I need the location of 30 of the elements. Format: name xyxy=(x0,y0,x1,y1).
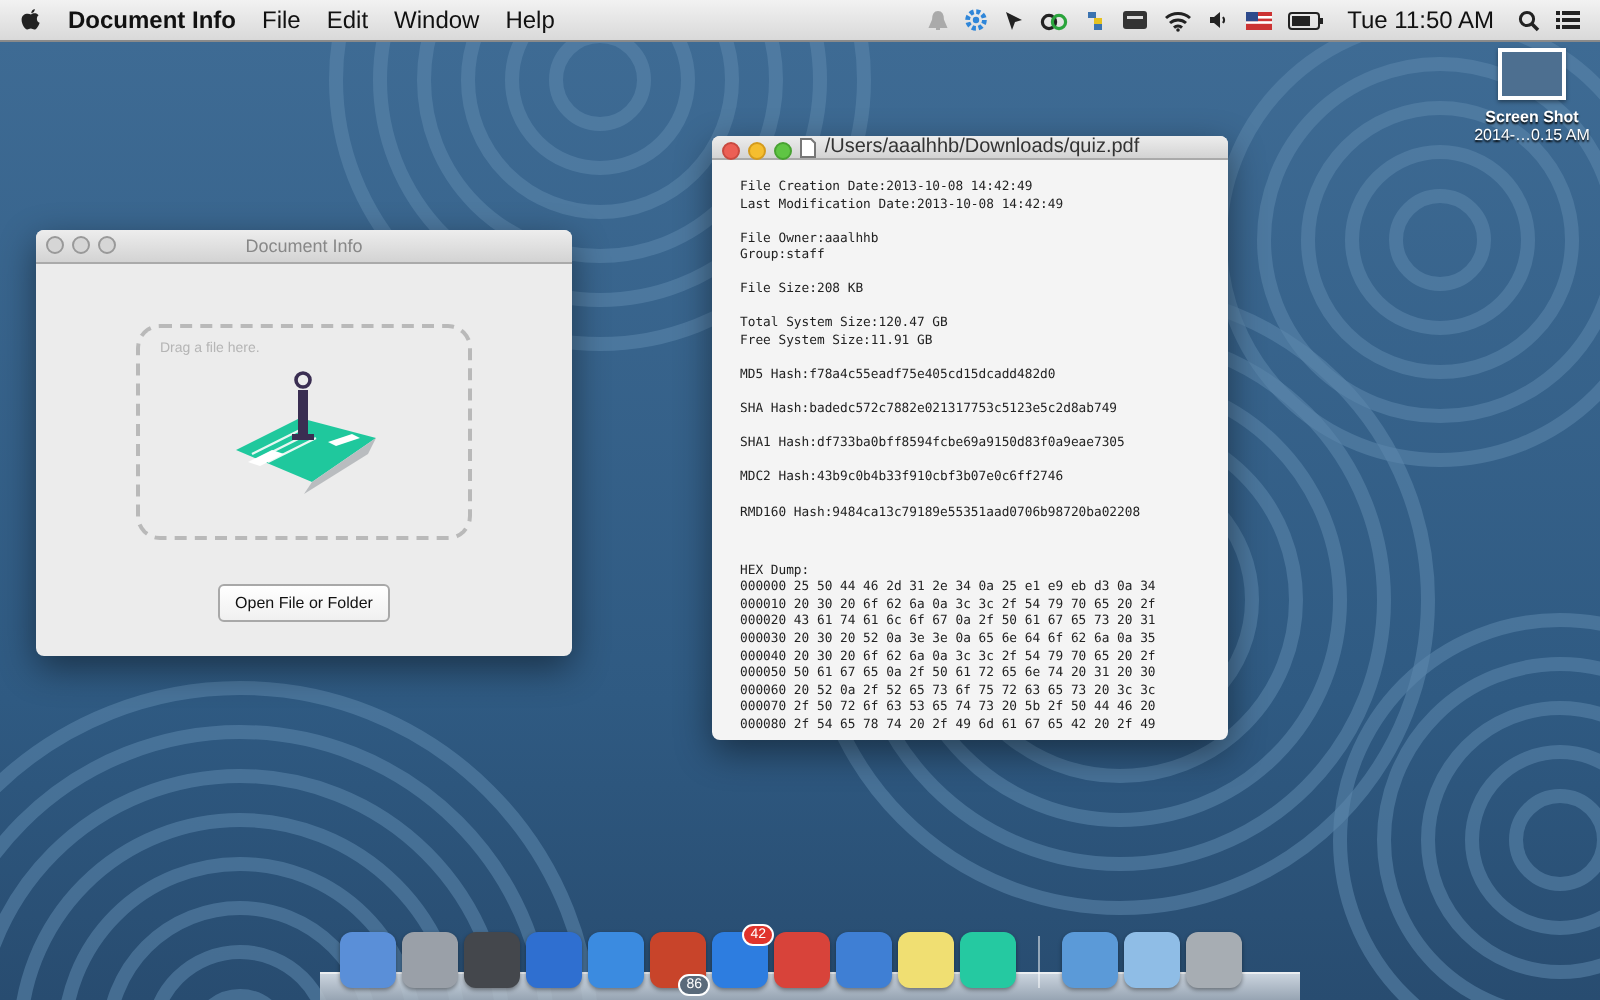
keyboard-icon[interactable] xyxy=(1121,10,1148,30)
search-icon[interactable] xyxy=(1518,9,1540,31)
wifi-icon[interactable] xyxy=(1163,9,1192,31)
menu-item[interactable]: File xyxy=(262,6,301,34)
screenshot-thumbnail[interactable] xyxy=(1498,48,1566,100)
speaker-icon[interactable] xyxy=(1207,10,1230,30)
window-control-button[interactable] xyxy=(774,142,792,160)
battery-icon[interactable] xyxy=(1287,11,1324,29)
gear-icon[interactable] xyxy=(963,8,988,32)
window-control-button[interactable] xyxy=(46,236,64,254)
clock[interactable]: Tue 11:50 AM xyxy=(1347,6,1494,34)
window-title: Document Info xyxy=(245,236,363,256)
window-control-button[interactable] xyxy=(72,236,90,254)
file-label: Screen Shot xyxy=(1485,108,1579,126)
menu-item[interactable]: Window xyxy=(394,6,480,34)
link-icon[interactable] xyxy=(1039,9,1068,31)
list-icon[interactable] xyxy=(1556,10,1580,30)
window-control-button[interactable] xyxy=(748,142,766,160)
app-menu[interactable]: Document Info xyxy=(68,6,236,34)
apple-icon[interactable] xyxy=(20,8,42,32)
window-control-button[interactable] xyxy=(722,142,740,160)
cursor-icon[interactable] xyxy=(1003,9,1024,31)
bell-icon[interactable] xyxy=(927,9,948,31)
flag-icon[interactable] xyxy=(1245,11,1272,29)
window-title: /Users/aaalhhb/Downloads/quiz.pdf xyxy=(824,136,1140,158)
window-control-button[interactable] xyxy=(98,236,116,254)
open-file-button[interactable]: Open File or Folder xyxy=(217,584,391,622)
file-label: 2014-…0.15 AM xyxy=(1474,126,1590,144)
menu-item[interactable]: Help xyxy=(505,6,555,34)
menu-item[interactable]: Edit xyxy=(326,6,369,34)
